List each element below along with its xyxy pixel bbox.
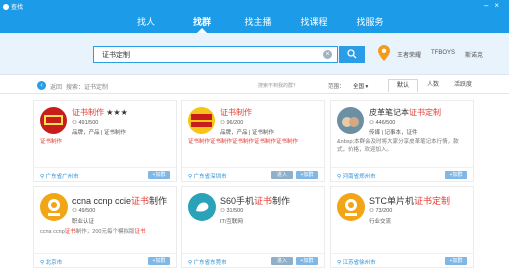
group-avatar bbox=[40, 107, 67, 134]
hot-tags: 王者荣耀 TFBOYS 斯诺克 bbox=[397, 50, 483, 59]
tab-find-services[interactable]: 找服务 bbox=[342, 14, 398, 33]
group-name[interactable]: ccna ccnp ccie证书制作 bbox=[72, 194, 167, 207]
join-group-button[interactable]: +加群 bbox=[445, 171, 467, 179]
join-group-button[interactable]: +加群 bbox=[445, 257, 467, 265]
search-band: × 王者荣耀 TFBOYS 斯诺克 bbox=[0, 33, 509, 75]
group-tags: 品牌，产品 | 证书制作 bbox=[220, 130, 274, 136]
qq-logo-icon bbox=[3, 3, 9, 10]
tab-find-courses[interactable]: 找课程 bbox=[286, 14, 342, 33]
enter-group-button[interactable]: 进入 bbox=[271, 257, 293, 265]
filter-bar: ‹ 返回 搜索：证书定制 搜索不到我的群？ 范围： 全国 ▾ 默认 人数 活跃度 bbox=[0, 76, 509, 94]
member-count: ⚇ 491/500 bbox=[72, 120, 99, 126]
tab-find-streamers[interactable]: 找主播 bbox=[230, 14, 286, 33]
join-group-button[interactable]: +加群 bbox=[296, 257, 318, 265]
close-icon[interactable]: × bbox=[494, 1, 499, 10]
sort-default[interactable]: 默认 bbox=[388, 79, 418, 92]
group-location: ⚲ 广东省东莞市 bbox=[188, 260, 227, 266]
member-count: ⚇ 73/200 bbox=[369, 208, 393, 214]
member-count: ⚇ 446/500 bbox=[369, 120, 396, 126]
card-footer: ⚲ 北京市 +加群 bbox=[34, 253, 176, 267]
search-icon bbox=[347, 49, 357, 59]
minimize-icon[interactable]: – bbox=[484, 1, 488, 10]
card-footer: ⚲ 广东省深圳市 进入 +加群 bbox=[182, 167, 324, 181]
group-avatar bbox=[40, 193, 68, 221]
not-found-hint[interactable]: 搜索不到我的群？ bbox=[258, 82, 298, 89]
join-group-button[interactable]: +加群 bbox=[148, 257, 170, 265]
card-footer: ⚲ 江苏省徐州市 +加群 bbox=[331, 253, 473, 267]
breadcrumb: 返回 搜索：证书定制 bbox=[50, 82, 108, 91]
group-tags: 品牌，产品 | 证书制作 bbox=[72, 130, 126, 136]
sort-tabs: 默认 人数 活跃度 bbox=[388, 79, 478, 92]
group-card[interactable]: 证书制作 ⚇ 96/200 品牌，产品 | 证书制作 证书制作证书制作证书制作证… bbox=[181, 100, 325, 182]
group-name[interactable]: 皮革笔记本证书定制 bbox=[369, 107, 441, 118]
group-location: ⚲ 广东省广州市 bbox=[40, 174, 79, 180]
group-name[interactable]: 证书制作 bbox=[220, 107, 252, 118]
member-count: ⚇ 31/500 bbox=[220, 208, 244, 214]
group-tags: IT/互联网 bbox=[220, 219, 243, 225]
enter-group-button[interactable]: 进入 bbox=[271, 171, 293, 179]
tab-find-people[interactable]: 找人 bbox=[118, 14, 174, 33]
location-pin-icon[interactable] bbox=[378, 45, 390, 61]
group-desc: 证书制作证书制作证书制作证书制作证书制作 bbox=[188, 139, 299, 145]
hot-tag[interactable]: 王者荣耀 bbox=[397, 50, 421, 59]
group-avatar bbox=[337, 193, 365, 221]
card-footer: ⚲ 广东省广州市 +加群 bbox=[34, 167, 176, 181]
group-location: ⚲ 广东省深圳市 bbox=[188, 174, 227, 180]
group-desc: 证书制作 bbox=[40, 139, 63, 145]
card-footer: ⚲ 广东省东莞市 进入 +加群 bbox=[182, 253, 324, 267]
member-count: ⚇ 49/500 bbox=[72, 208, 96, 214]
group-location: ⚲ 河南省郑州市 bbox=[337, 174, 376, 180]
sort-members[interactable]: 人数 bbox=[418, 79, 448, 92]
group-desc: ccna ccnp证书制作，200元每个模拟版证书 bbox=[40, 229, 146, 235]
group-avatar bbox=[188, 193, 216, 221]
main-nav: 找人 找群 找主播 找课程 找服务 bbox=[118, 14, 398, 33]
back-link[interactable]: 返回 bbox=[50, 82, 62, 91]
app-title: 查找 bbox=[11, 5, 24, 11]
group-card[interactable]: ccna ccnp ccie证书制作 ⚇ 49/500 职业认证 ccna cc… bbox=[33, 186, 177, 268]
top-bar: 查找 – × 找人 找群 找主播 找课程 找服务 bbox=[0, 0, 509, 33]
join-group-button[interactable]: +加群 bbox=[296, 171, 318, 179]
group-location: ⚲ 江苏省徐州市 bbox=[337, 260, 376, 266]
scope-label: 范围： bbox=[328, 84, 345, 90]
hot-tag[interactable]: TFBOYS bbox=[431, 50, 455, 59]
app-logo: 查找 bbox=[3, 2, 23, 11]
search-input[interactable] bbox=[102, 49, 302, 61]
search-button[interactable] bbox=[339, 46, 365, 63]
group-avatar bbox=[337, 107, 364, 134]
group-tags: 职业认证 bbox=[72, 219, 95, 225]
group-location: ⚲ 北京市 bbox=[40, 260, 63, 266]
sort-activity[interactable]: 活跃度 bbox=[448, 79, 478, 92]
member-count: ⚇ 96/200 bbox=[220, 120, 244, 126]
group-tags: 行业交流 bbox=[369, 219, 392, 225]
group-name[interactable]: STC单片机证书定制 bbox=[369, 194, 450, 207]
breadcrumb-query: 搜索：证书定制 bbox=[66, 85, 109, 91]
card-footer: ⚲ 河南省郑州市 +加群 bbox=[331, 167, 473, 181]
group-name[interactable]: 证书制作 ★★★ bbox=[72, 107, 128, 118]
group-card[interactable]: S60手机证书制作 ⚇ 31/500 IT/互联网 ⚲ 广东省东莞市 进入 +加… bbox=[181, 186, 325, 268]
hot-tag[interactable]: 斯诺克 bbox=[465, 50, 483, 59]
clear-icon[interactable]: × bbox=[323, 50, 332, 59]
tab-find-groups[interactable]: 找群 bbox=[174, 14, 230, 33]
group-name[interactable]: S60手机证书制作 bbox=[220, 194, 290, 207]
group-card[interactable]: 皮革笔记本证书定制 ⚇ 446/500 传媒 | 记事本，证件 &nbsp;本群… bbox=[330, 100, 474, 182]
back-arrow-icon[interactable]: ‹ bbox=[37, 81, 46, 90]
group-avatar bbox=[188, 107, 215, 134]
group-desc: &nbsp;本群会及时将大家分享皮革笔记本行情，款式，价格，欢迎加入。 bbox=[337, 139, 459, 153]
join-group-button[interactable]: +加群 bbox=[148, 171, 170, 179]
group-card[interactable]: STC单片机证书定制 ⚇ 73/200 行业交流 ⚲ 江苏省徐州市 +加群 bbox=[330, 186, 474, 268]
group-tags: 传媒 | 记事本，证件 bbox=[369, 130, 418, 136]
search-box: × bbox=[93, 46, 338, 63]
group-card[interactable]: 证书制作 ★★★ ⚇ 491/500 品牌，产品 | 证书制作 证书制作 ⚲ 广… bbox=[33, 100, 177, 182]
window-controls: – × bbox=[484, 1, 499, 10]
scope-dropdown[interactable]: 全国 ▾ bbox=[353, 82, 368, 90]
